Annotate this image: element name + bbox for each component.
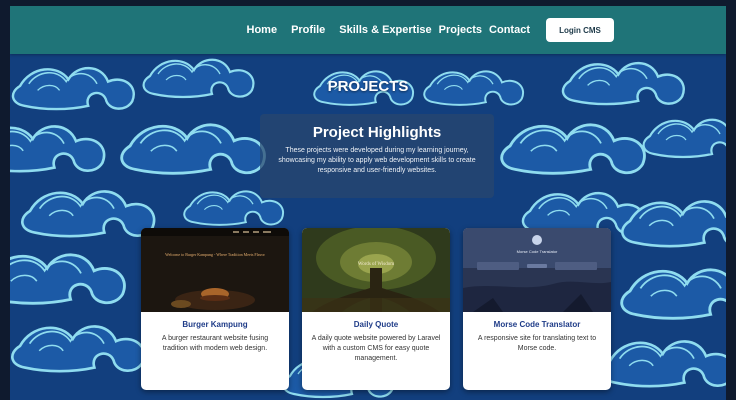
card-description: A burger restaurant website fusing tradi… (161, 335, 269, 352)
project-card-daily-quote[interactable]: Words of Wisdom Daily Quote A daily quot… (302, 228, 450, 390)
burger-thumbnail-image (141, 228, 289, 312)
card-body: Morse Code Translator A responsive site … (463, 312, 611, 354)
nav-link-projects[interactable]: Projects (439, 24, 482, 36)
forest-thumbnail-image (302, 228, 450, 312)
thumbnail-caption: Words of Wisdom (357, 262, 395, 267)
nav-links: Home Profile Skills & Expertise Projects… (247, 24, 531, 36)
nav-link-profile[interactable]: Profile (291, 24, 325, 36)
card-body: Daily Quote A daily quote website powere… (302, 312, 450, 364)
card-title: Daily Quote (353, 320, 399, 329)
project-highlights-box: Project Highlights These projects were d… (260, 114, 494, 198)
project-card-burger-kampung[interactable]: Welcome to Burger Kampung - Where Tradit… (141, 228, 289, 390)
project-thumbnail: Words of Wisdom (302, 228, 450, 312)
nav-link-home[interactable]: Home (247, 24, 278, 36)
nav-link-contact[interactable]: Contact (489, 24, 530, 36)
card-title: Burger Kampung (182, 320, 248, 329)
morse-thumbnail-image (463, 228, 611, 312)
project-thumbnail: Welcome to Burger Kampung - Where Tradit… (141, 228, 289, 312)
page-frame: Home Profile Skills & Expertise Projects… (10, 6, 726, 400)
section-title: PROJECTS (327, 78, 409, 95)
card-description: A daily quote website powered by Laravel… (311, 335, 441, 362)
card-description: A responsive site for translating text t… (477, 335, 597, 352)
thumbnail-caption: Morse Code Translator (516, 249, 558, 254)
top-navbar: Home Profile Skills & Expertise Projects… (10, 6, 726, 54)
project-thumbnail: Morse Code Translator (463, 228, 611, 312)
highlights-text: These projects were developed during my … (278, 147, 476, 174)
highlights-title: Project Highlights (312, 124, 442, 141)
login-cms-button[interactable]: Login CMS (546, 18, 614, 42)
nav-link-skills[interactable]: Skills & Expertise (339, 24, 431, 36)
card-body: Burger Kampung A burger restaurant websi… (141, 312, 289, 354)
project-card-morse-code-translator[interactable]: Morse Code Translator Morse Code Transla… (463, 228, 611, 390)
thumbnail-caption: Welcome to Burger Kampung - Where Tradit… (165, 252, 265, 257)
card-title: Morse Code Translator (493, 320, 581, 329)
